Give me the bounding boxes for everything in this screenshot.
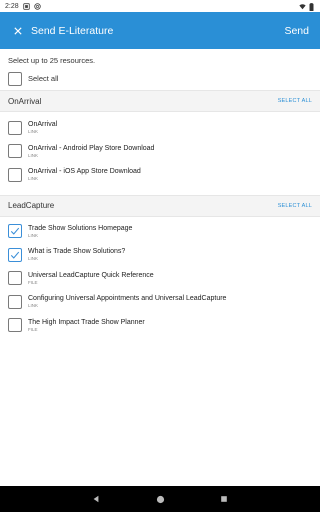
item-type: LINK xyxy=(28,303,39,309)
back-button[interactable] xyxy=(89,492,103,506)
select-all-row[interactable]: Select all xyxy=(0,67,320,90)
section-select-all-link[interactable]: SELECT ALL xyxy=(278,98,312,104)
status-time: 2:28 xyxy=(5,2,19,10)
check-icon xyxy=(10,227,20,235)
item-type: LINK xyxy=(28,176,39,182)
send-button[interactable]: Send xyxy=(281,23,312,39)
item-title: OnArrival xyxy=(28,121,58,129)
item-type: LINK xyxy=(28,256,39,262)
list-item[interactable]: What is Trade Show Solutions? LINK xyxy=(0,243,320,267)
list-item[interactable]: Universal LeadCapture Quick Reference FIL… xyxy=(0,267,320,291)
item-checkbox[interactable] xyxy=(8,144,22,159)
recents-icon xyxy=(221,496,227,502)
item-type: FILE xyxy=(28,326,38,332)
item-title: What is Trade Show Solutions? xyxy=(28,248,126,256)
item-title: OnArrival - iOS App Store Download xyxy=(28,168,141,176)
literature-list: Select up to 25 resources. Select all On… xyxy=(0,49,320,486)
intro-text: Select up to 25 resources. xyxy=(8,56,96,65)
item-text: OnArrival - Android Play Store Download L… xyxy=(28,145,154,158)
wifi-icon xyxy=(299,3,306,10)
section-title: LeadCapture xyxy=(8,201,55,210)
item-checkbox[interactable] xyxy=(8,318,22,333)
page-title: Send E-Literature xyxy=(31,24,114,37)
battery-icon xyxy=(309,2,316,11)
item-type: LINK xyxy=(28,232,39,238)
item-checkbox[interactable] xyxy=(8,167,22,182)
item-title: Trade Show Solutions Homepage xyxy=(28,224,133,232)
item-title: The High Impact Trade Show Planner xyxy=(28,318,145,326)
item-checkbox[interactable] xyxy=(8,247,22,262)
select-all-checkbox[interactable] xyxy=(8,71,22,86)
at-sign-icon xyxy=(33,2,41,10)
item-text: Configuring Universal Appointments and U… xyxy=(28,295,226,308)
item-checkbox[interactable] xyxy=(8,120,22,135)
section-header: OnArrival SELECT ALL xyxy=(0,90,320,112)
section-select-all-link[interactable]: SELECT ALL xyxy=(278,203,312,209)
notification-icon xyxy=(22,2,30,10)
list-item[interactable]: Configuring Universal Appointments and U… xyxy=(0,290,320,314)
item-title: Configuring Universal Appointments and U… xyxy=(28,295,227,303)
select-all-label: Select all xyxy=(28,74,59,83)
section-header: LeadCapture SELECT ALL xyxy=(0,194,320,217)
item-checkbox[interactable] xyxy=(8,224,22,239)
list-item[interactable]: OnArrival - Android Play Store Download L… xyxy=(0,140,320,164)
item-text: Universal LeadCapture Quick Reference FIL… xyxy=(28,272,154,285)
item-checkbox[interactable] xyxy=(8,294,22,309)
list-item[interactable]: The High Impact Trade Show Planner FILE xyxy=(0,314,320,338)
item-text: Trade Show Solutions Homepage LINK xyxy=(28,225,132,238)
item-type: LINK xyxy=(28,129,39,135)
navigation-bar xyxy=(0,486,320,512)
home-button[interactable] xyxy=(153,492,167,506)
back-icon xyxy=(93,495,99,503)
item-text: The High Impact Trade Show Planner FILE xyxy=(28,319,145,332)
list-item[interactable]: Trade Show Solutions Homepage LINK xyxy=(0,220,320,244)
sections-container: OnArrival SELECT ALL OnArrival LINK OnArriva… xyxy=(0,90,320,337)
status-bar: 2:28 xyxy=(0,0,320,12)
item-type: FILE xyxy=(28,279,38,285)
item-text: OnArrival - iOS App Store Download LINK xyxy=(28,168,141,181)
item-text: What is Trade Show Solutions? LINK xyxy=(28,248,125,261)
home-icon xyxy=(156,495,164,503)
item-title: OnArrival - Android Play Store Download xyxy=(28,144,155,152)
recents-button[interactable] xyxy=(217,492,231,506)
item-text: OnArrival LINK xyxy=(28,121,57,134)
list-item[interactable]: OnArrival LINK xyxy=(0,116,320,140)
item-type: LINK xyxy=(28,152,39,158)
list-item[interactable]: OnArrival - iOS App Store Download LINK xyxy=(0,163,320,187)
close-icon xyxy=(14,26,22,35)
item-title: Universal LeadCapture Quick Reference xyxy=(28,271,154,279)
close-button[interactable] xyxy=(10,23,26,39)
check-icon xyxy=(10,251,20,259)
item-checkbox[interactable] xyxy=(8,271,22,286)
section-title: OnArrival xyxy=(8,96,42,106)
app-bar: Send E-Literature Send xyxy=(0,12,320,49)
